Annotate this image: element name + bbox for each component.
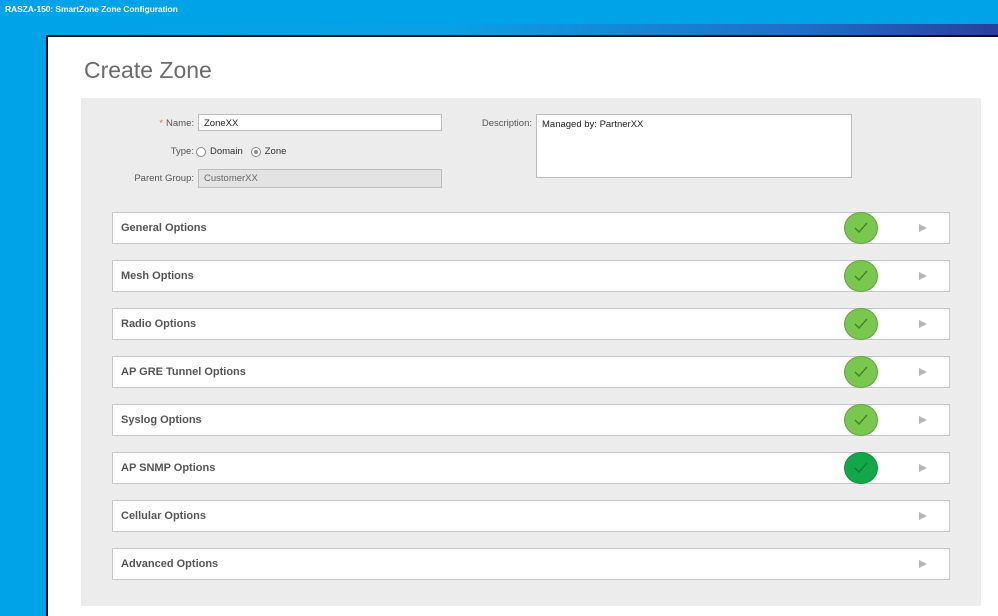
section-label: Advanced Options (121, 558, 219, 570)
play-arrow-icon[interactable] (919, 464, 927, 472)
section-label: Syslog Options (121, 414, 202, 426)
play-arrow-icon[interactable] (919, 224, 927, 232)
section-advanced-options[interactable]: Advanced Options (112, 548, 950, 580)
section-ap-snmp-options[interactable]: AP SNMP Options (112, 452, 950, 484)
section-syslog-options[interactable]: Syslog Options (112, 404, 950, 436)
play-arrow-icon[interactable] (919, 320, 927, 328)
type-radio-domain[interactable] (196, 146, 206, 157)
check-circle-icon (844, 260, 878, 292)
name-label: * Name: (159, 118, 194, 129)
check-circle-icon (844, 356, 878, 388)
parent-group-input: CustomerXX (198, 169, 442, 188)
section-ap-gre-tunnel-options[interactable]: AP GRE Tunnel Options (112, 356, 950, 388)
section-label: Mesh Options (121, 270, 194, 282)
description-textarea[interactable]: Managed by: PartnerXX (536, 114, 852, 178)
play-arrow-icon[interactable] (919, 272, 927, 280)
type-radio-zone[interactable] (250, 146, 261, 157)
parent-group-label: Parent Group: (134, 173, 194, 184)
zone-config-window: Create Zone * Name: ZoneXX Type: Domain Z… (46, 35, 998, 616)
page-title: Create Zone (84, 57, 212, 83)
window-title-bar: RASZA-150: SmartZone Zone Configuration (0, 0, 998, 24)
check-circle-icon (844, 404, 878, 436)
play-arrow-icon[interactable] (919, 368, 927, 376)
section-mesh-options[interactable]: Mesh Options (112, 260, 950, 292)
type-radio-domain-label: Domain (210, 146, 243, 157)
section-general-options[interactable]: General Options (112, 212, 950, 244)
section-label: AP GRE Tunnel Options (121, 366, 246, 378)
create-zone-panel: * Name: ZoneXX Type: Domain Zone Parent G… (81, 98, 981, 606)
window-title: RASZA-150: SmartZone Zone Configuration (5, 4, 178, 14)
section-label: AP SNMP Options (121, 462, 216, 474)
play-arrow-icon[interactable] (919, 416, 927, 424)
description-label: Description: (481, 118, 532, 129)
type-radio-zone-label: Zone (264, 146, 287, 157)
check-circle-icon (844, 452, 878, 484)
section-label: General Options (121, 222, 207, 234)
section-radio-options[interactable]: Radio Options (112, 308, 950, 340)
type-label: Type: (170, 146, 194, 157)
type-radio-group: Domain Zone (196, 146, 294, 157)
play-arrow-icon[interactable] (919, 512, 927, 520)
section-cellular-options[interactable]: Cellular Options (112, 500, 950, 532)
section-label: Cellular Options (121, 510, 206, 522)
name-input[interactable]: ZoneXX (198, 114, 442, 131)
check-circle-icon (844, 212, 878, 244)
required-marker: * (159, 118, 164, 129)
play-arrow-icon[interactable] (919, 560, 927, 568)
check-circle-icon (844, 308, 878, 340)
section-label: Radio Options (121, 318, 197, 330)
